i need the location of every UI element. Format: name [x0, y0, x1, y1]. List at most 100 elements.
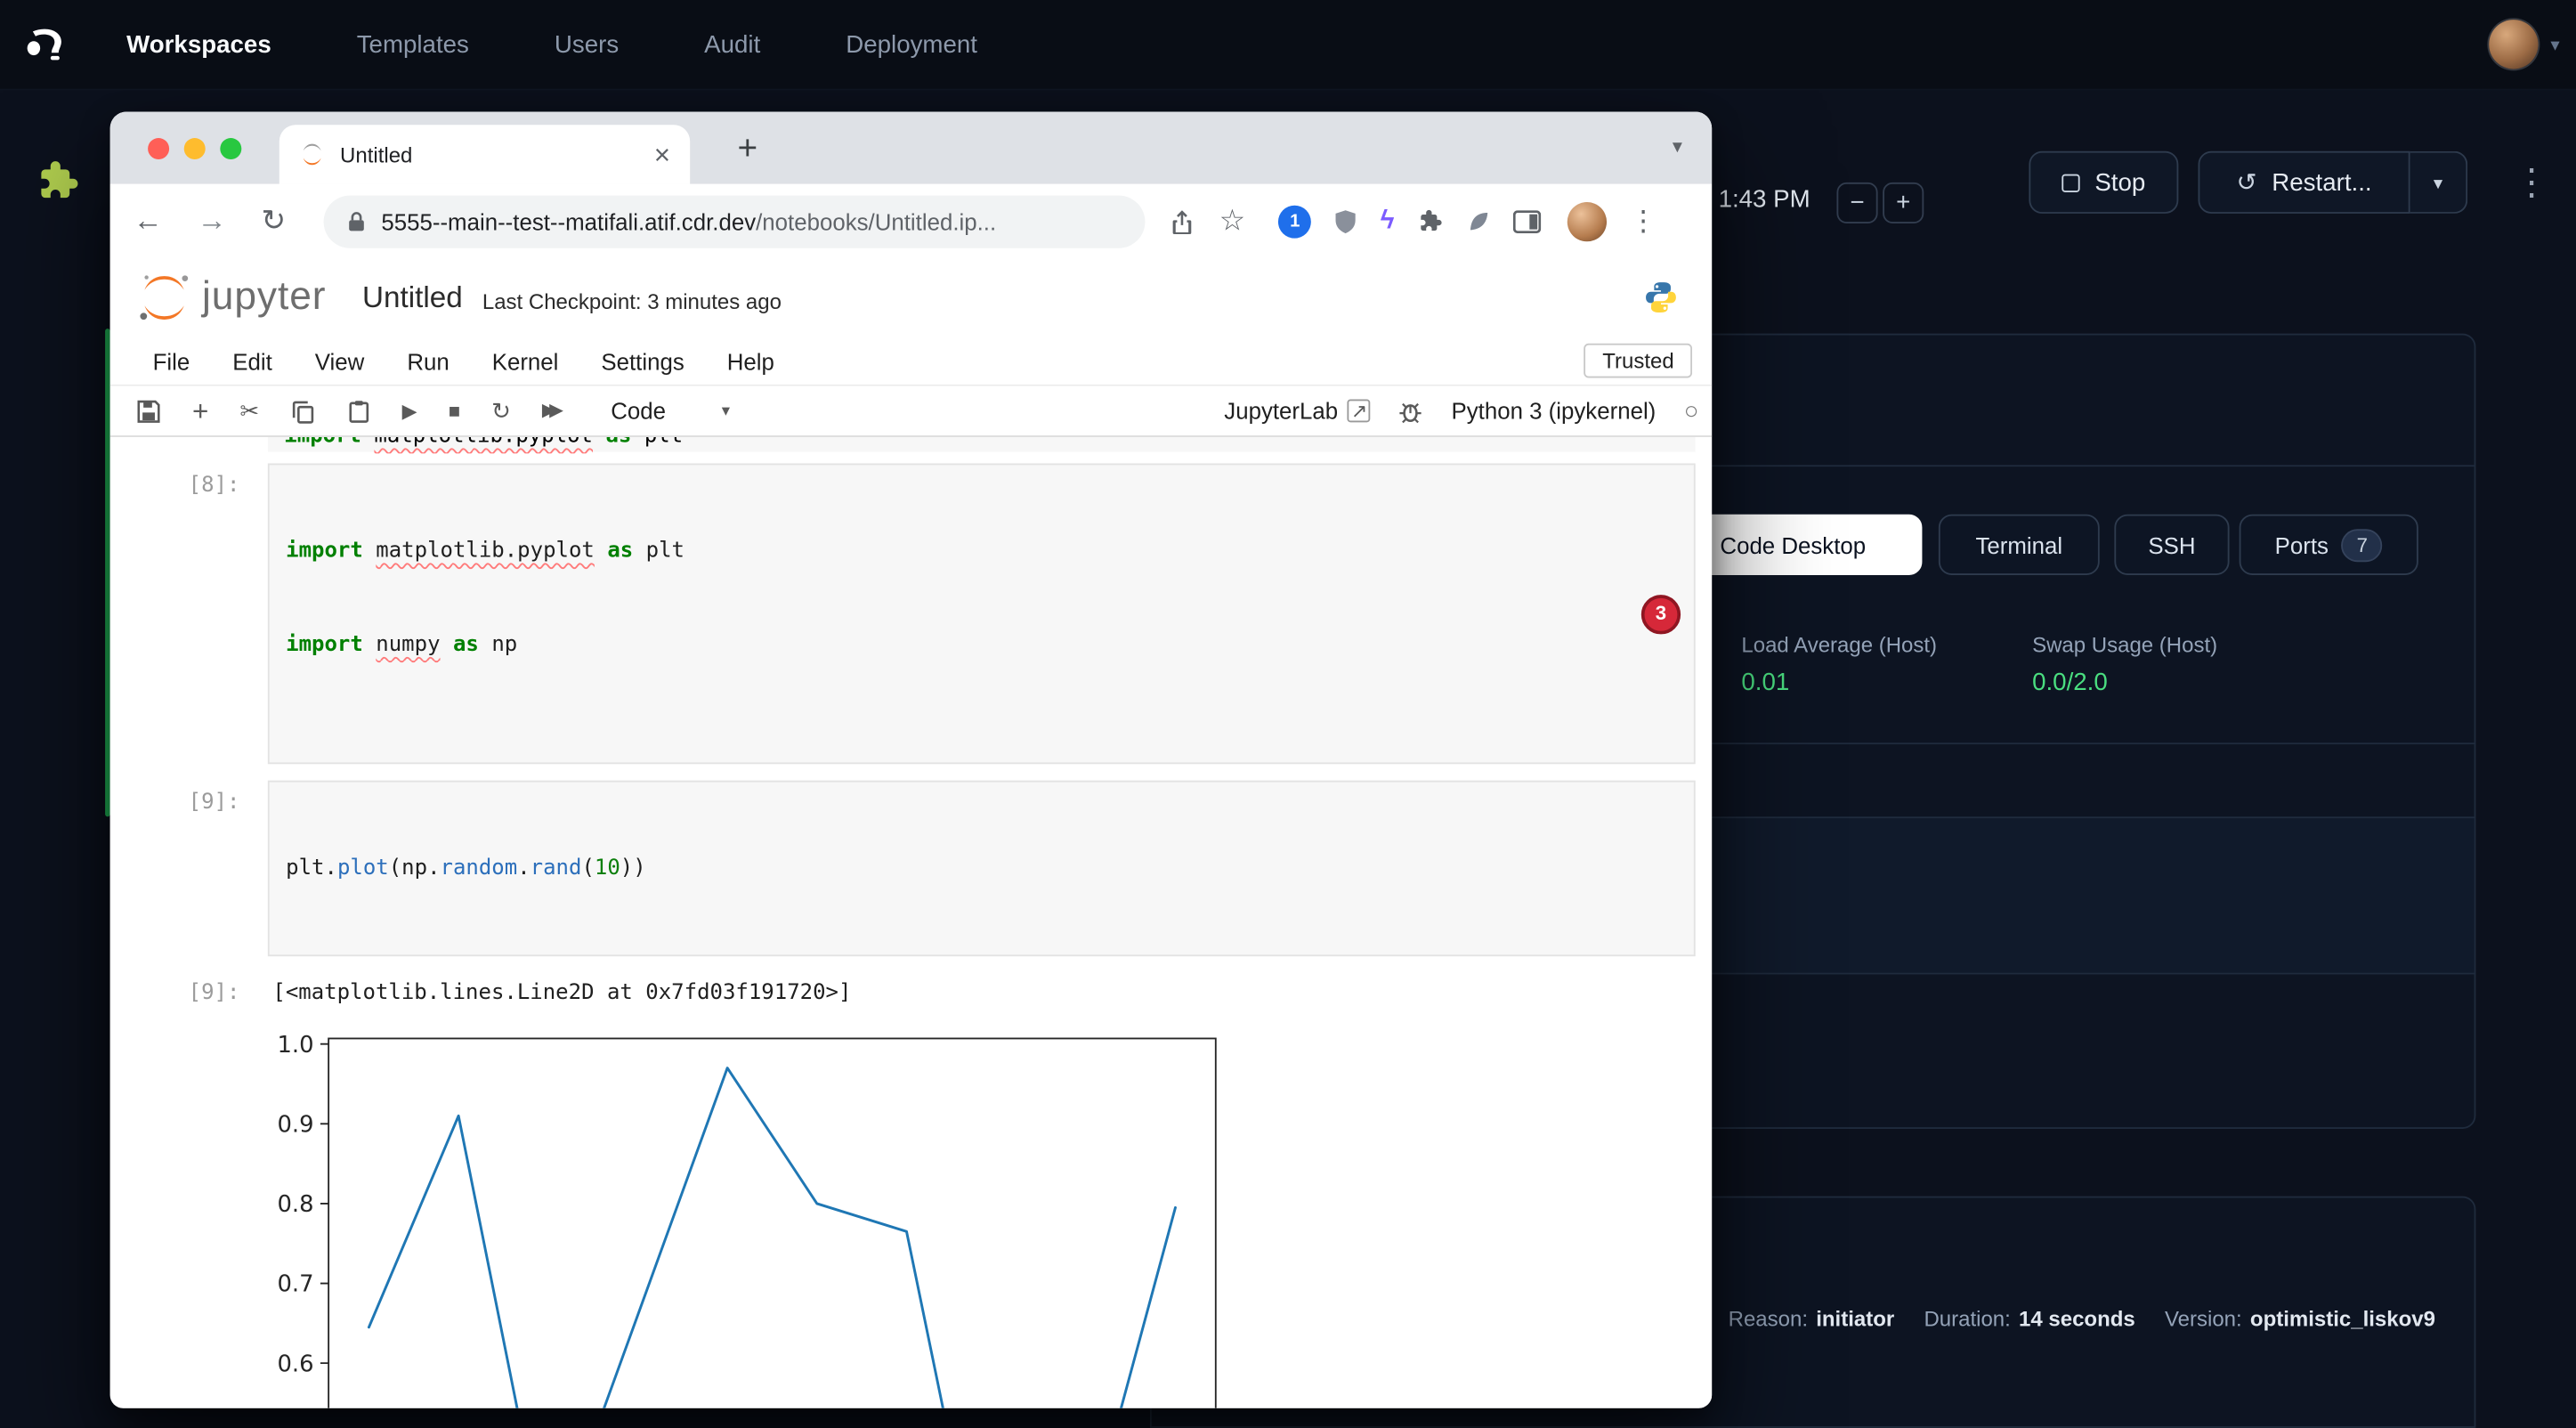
forward-icon[interactable]: → — [197, 204, 226, 239]
cut-cell-icon[interactable]: ✂ — [239, 399, 259, 422]
add-cell-icon[interactable]: + — [192, 397, 208, 425]
menu-help[interactable]: Help — [727, 347, 774, 374]
shield-extension-icon[interactable] — [1333, 207, 1359, 234]
notebook-favicon — [299, 142, 326, 168]
svg-text:0.8: 0.8 — [277, 1191, 313, 1218]
tab-search-chevron-icon[interactable]: ▾ — [1673, 134, 1682, 158]
swap-usage-label: Swap Usage (Host) — [2032, 633, 2312, 658]
leaf-extension-icon[interactable] — [1465, 207, 1492, 234]
build-version-value: optimistic_liskov9 — [2250, 1306, 2435, 1331]
coder-logo[interactable] — [13, 25, 79, 64]
lightning-extension-icon[interactable]: ϟ — [1381, 207, 1395, 236]
chevron-down-icon: ▾ — [2550, 34, 2559, 55]
code-input[interactable]: import matplotlib.pyplot as plt import n… — [268, 463, 1696, 764]
user-avatar[interactable] — [2490, 20, 2539, 69]
chevron-down-icon: ▾ — [722, 402, 730, 419]
code-input[interactable]: plt.plot(np.random.rand(10)) — [268, 781, 1696, 956]
menu-kernel[interactable]: Kernel — [492, 347, 559, 374]
menu-settings[interactable]: Settings — [601, 347, 684, 374]
back-icon[interactable]: ← — [133, 204, 162, 239]
browser-tab[interactable]: Untitled × — [279, 125, 690, 183]
load-average-stat: Load Average (Host) 0.01 — [1741, 633, 2021, 697]
output-cell-9: [9]: [<matplotlib.lines.Line2D at 0x7fd0… — [110, 971, 1713, 1006]
code-cell-8[interactable]: [8]: import matplotlib.pyplot as plt imp… — [110, 463, 1713, 764]
ports-count-badge: 7 — [2342, 528, 2383, 561]
copy-cell-icon[interactable] — [290, 399, 315, 424]
clock-label: 1:43 PM — [1719, 186, 1810, 214]
ports-label: Ports — [2275, 531, 2329, 558]
ssh-button[interactable]: SSH — [2114, 515, 2229, 575]
reload-icon[interactable]: ↻ — [261, 204, 286, 239]
clipped-cell: import matplotlib.pyplot as plt — [268, 437, 1696, 453]
jupyter-toolbar: + ✂ ▶ ■ ↻ ▶▶ Code ▾ — [110, 386, 1713, 437]
kernel-name[interactable]: Python 3 (ipykernel) — [1451, 398, 1656, 425]
navbar-user-menu[interactable]: ▾ — [2490, 20, 2559, 69]
menu-edit[interactable]: Edit — [232, 347, 272, 374]
nav-item-workspaces[interactable]: Workspaces — [126, 30, 271, 58]
window-minimize-button[interactable] — [184, 138, 206, 159]
address-bar[interactable]: 5555--main--test--matifali.atif.cdr.dev … — [324, 195, 1146, 247]
jupyterlab-label: JupyterLab — [1224, 398, 1338, 425]
kebab-menu-icon[interactable]: ⋮ — [2514, 161, 2550, 204]
load-average-label: Load Average (Host) — [1741, 633, 2021, 658]
ports-button[interactable]: Ports 7 — [2240, 515, 2418, 575]
stop-workspace-button[interactable]: Stop — [2029, 151, 2178, 214]
browser-profile-avatar[interactable] — [1567, 201, 1606, 240]
notebook-content: import matplotlib.pyplot as plt [8]: imp… — [110, 437, 1713, 1408]
restart-kernel-icon[interactable]: ↻ — [491, 399, 511, 422]
code-line: plt.plot(np.random.rand(10)) — [286, 853, 1677, 884]
trusted-button[interactable]: Trusted — [1584, 344, 1692, 378]
run-cell-icon[interactable]: ▶ — [402, 401, 417, 420]
url-path: /notebooks/Untitled.ip... — [756, 207, 996, 234]
url-domain: 5555--main--test--matifali.atif.cdr.dev — [381, 207, 756, 234]
terminal-button[interactable]: Terminal — [1939, 515, 2100, 575]
menu-view[interactable]: View — [315, 347, 365, 374]
code-cell-9[interactable]: [9]: plt.plot(np.random.rand(10)) — [110, 781, 1713, 956]
cell-type-value: Code — [611, 398, 666, 425]
swap-usage-stat: Swap Usage (Host) 0.0/2.0 — [2032, 633, 2312, 697]
menu-file[interactable]: File — [153, 347, 190, 374]
window-zoom-button[interactable] — [220, 138, 241, 159]
restart-workspace-button[interactable]: ↺ Restart... — [2198, 151, 2410, 214]
cell-type-dropdown[interactable]: Code ▾ — [611, 398, 730, 425]
save-icon[interactable] — [136, 399, 161, 424]
debugger-bug-icon[interactable] — [1398, 399, 1423, 424]
interrupt-kernel-icon[interactable]: ■ — [449, 401, 460, 420]
menu-run[interactable]: Run — [407, 347, 449, 374]
swap-usage-value: 0.0/2.0 — [2032, 669, 2312, 696]
build-version-label: Version: — [2165, 1306, 2242, 1331]
nav-item-users[interactable]: Users — [555, 30, 619, 58]
zoom-in-button[interactable]: + — [1883, 183, 1924, 223]
svg-text:0.9: 0.9 — [277, 1112, 313, 1139]
build-reason-label: Reason: — [1729, 1306, 1808, 1331]
open-jupyterlab-link[interactable]: JupyterLab ↗ — [1224, 398, 1371, 425]
notebook-title[interactable]: Untitled — [362, 280, 463, 315]
tab-close-icon[interactable]: × — [654, 141, 670, 168]
stop-label: Stop — [2094, 168, 2145, 196]
new-tab-button[interactable]: + — [725, 126, 771, 173]
paste-cell-icon[interactable] — [346, 399, 371, 424]
python-logo — [1643, 280, 1680, 316]
restart-options-chevron[interactable]: ▾ — [2410, 151, 2468, 214]
output-prompt: [9]: — [110, 971, 240, 1006]
input-prompt: [8]: — [110, 463, 240, 498]
stop-icon — [2062, 174, 2079, 191]
extension-puzzle-icon[interactable] — [33, 156, 82, 214]
extensions-puzzle-icon[interactable] — [1415, 207, 1443, 235]
side-panel-icon[interactable] — [1512, 209, 1540, 232]
input-prompt: [9]: — [110, 781, 240, 815]
nav-item-deployment[interactable]: Deployment — [846, 30, 977, 58]
nav-item-audit[interactable]: Audit — [704, 30, 760, 58]
window-close-button[interactable] — [148, 138, 169, 159]
zoom-out-button[interactable]: − — [1836, 183, 1877, 223]
code-desktop-button[interactable]: Code Desktop — [1679, 515, 1922, 575]
bookmark-star-icon[interactable]: ☆ — [1219, 204, 1246, 239]
password-manager-icon[interactable]: 1 — [1278, 205, 1311, 238]
browser-menu-kebab-icon[interactable]: ⋮ — [1629, 205, 1657, 238]
nav-item-templates[interactable]: Templates — [357, 30, 469, 58]
tab-title: Untitled — [340, 142, 654, 167]
svg-text:0.7: 0.7 — [277, 1271, 313, 1298]
share-icon[interactable] — [1170, 207, 1195, 234]
run-all-icon[interactable]: ▶▶ — [542, 402, 563, 419]
code-line: import numpy as np — [286, 629, 1677, 661]
